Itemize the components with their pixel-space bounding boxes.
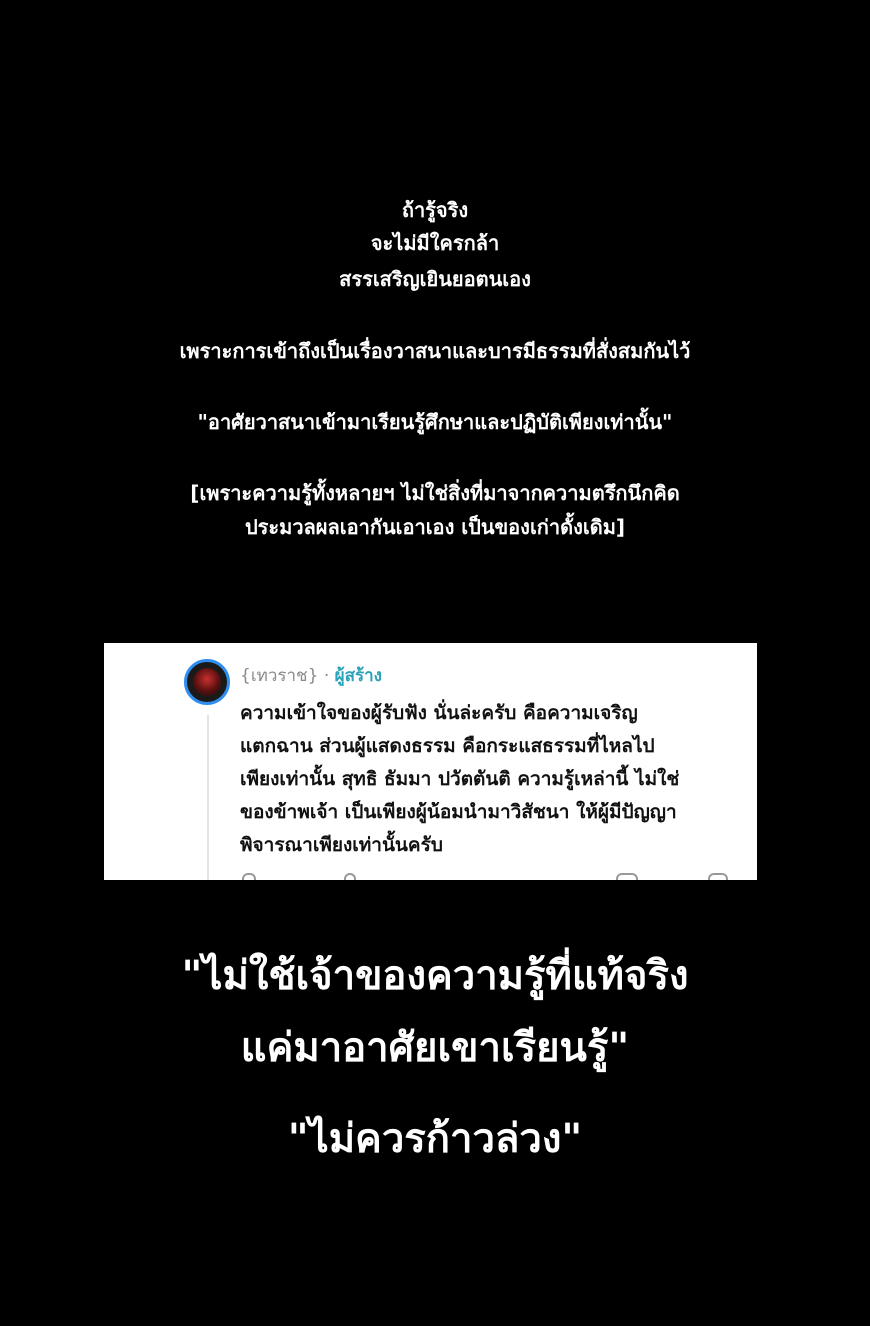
share-icon[interactable] [344,873,356,880]
creator-badge: ผู้สร้าง [334,666,382,686]
user-avatar-icon [193,668,221,696]
comment-line: แตกฉาน ส่วนผู้แสดงธรรม คือกระแสธรรมที่ไห… [240,735,655,757]
comment-line: ความเข้าใจของผู้รับฟัง นั่นล่ะครับ คือคว… [240,702,638,724]
intro-line-4: เพราะการเข้าถึงเป็นเรื่องวาสนาและบารมีธร… [179,339,691,363]
intro-line-6: [เพราะความรู้ทั้งหลายฯ ไม่ใช่สิ่งที่มาจา… [190,481,680,505]
comment-author[interactable]: {เทวราช} [240,666,318,686]
reply-icon[interactable] [242,873,256,880]
dislike-icon[interactable] [708,873,728,880]
thread-line [207,715,209,880]
comment-card: {เทวราช} · ผู้สร้าง ความเข้าใจของผู้รับฟ… [104,643,757,880]
closing-quote-line-2: แค่มาอาศัยเขาเรียนรู้" [240,1025,630,1071]
comment-actions-row [104,873,757,880]
intro-line-3: สรรเสริญเยินยอตนเอง [339,267,531,291]
comment-line: ของข้าพเจ้า เป็นเพียงผู้น้อมนำมาวิสัชนา … [240,801,677,823]
comment-header: {เทวราช} · ผู้สร้าง [240,665,382,687]
intro-line-2: จะไม่มีใครกล้า [370,231,500,255]
comment-body: ความเข้าใจของผู้รับฟัง นั่นล่ะครับ คือคว… [240,697,745,862]
closing-quote-line-1: "ไม่ใช้เจ้าของความรู้ที่แท้จริง [181,953,689,999]
header-separator: · [323,666,330,686]
intro-line-7: ประมวลผลเอากันเอาเอง เป็นของเก่าดั้งเดิม… [244,515,626,539]
avatar[interactable] [184,659,230,705]
comment-line: เพียงเท่านั้น สุทธิ ธัมมา ปวัตตันติ ความ… [240,768,680,790]
comment-line: พิจารณาเพียงเท่านั้นครับ [240,834,443,856]
intro-line-5: "อาศัยวาสนาเข้ามาเรียนรู้ศึกษาและปฏิบัติ… [197,410,673,434]
closing-quote-line-3: "ไม่ควรก้าวล่วง" [287,1116,583,1162]
heart-icon[interactable] [616,873,638,880]
intro-line-1: ถ้ารู้จริง [401,198,469,222]
